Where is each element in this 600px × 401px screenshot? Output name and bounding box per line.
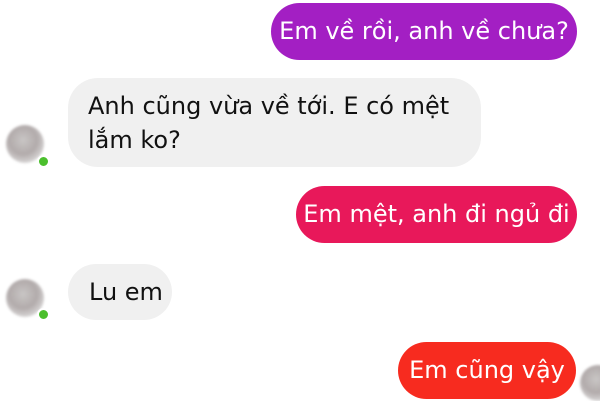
chat-thread: Em về rồi, anh về chưa? Anh cũng vừa về … — [0, 0, 600, 401]
message-text: Em mệt, anh đi ngủ đi — [303, 200, 570, 228]
message-text: Anh cũng vừa về tới. E có mệt lắm ko? — [88, 92, 450, 154]
online-status-icon — [37, 155, 50, 168]
message-bubble-outgoing[interactable]: Em cũng vậy — [398, 342, 576, 399]
online-status-icon — [37, 308, 50, 321]
message-bubble-outgoing[interactable]: Em về rồi, anh về chưa? — [271, 3, 577, 60]
message-bubble-outgoing[interactable]: Em mệt, anh đi ngủ đi — [296, 186, 577, 243]
message-bubble-incoming[interactable]: Lu em — [68, 264, 172, 320]
message-text: Em cũng vậy — [409, 356, 565, 384]
message-bubble-incoming[interactable]: Anh cũng vừa về tới. E có mệt lắm ko? — [68, 78, 481, 167]
seen-receipt-avatar — [580, 365, 600, 401]
message-text: Lu em — [89, 278, 163, 306]
message-text: Em về rồi, anh về chưa? — [279, 17, 569, 45]
